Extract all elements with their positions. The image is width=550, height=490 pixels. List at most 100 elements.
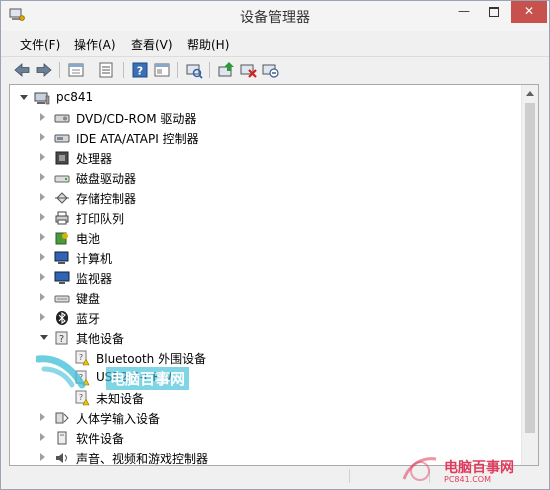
maximize-button[interactable] — [479, 1, 509, 23]
watermark-logo: 电脑百事网 PC841.COM — [396, 449, 546, 489]
scan-hardware-icon[interactable] — [185, 61, 203, 79]
expand-arrow-icon[interactable] — [40, 273, 45, 281]
tree-item-label: 监视器 — [76, 272, 113, 286]
expand-arrow-icon[interactable] — [40, 153, 45, 161]
close-button[interactable]: ✕ — [511, 1, 547, 23]
printer-icon — [55, 211, 69, 225]
tree-category[interactable]: 打印队列 — [10, 208, 515, 228]
back-icon[interactable] — [13, 61, 31, 79]
keyboard-icon — [54, 295, 70, 303]
show-hide-pane-icon[interactable] — [153, 61, 171, 79]
expand-arrow-icon[interactable] — [40, 133, 45, 141]
tree-category[interactable]: 磁盘驱动器 — [10, 168, 515, 188]
collapse-arrow-icon[interactable] — [20, 95, 28, 100]
maximize-icon — [489, 7, 499, 17]
battery-icon — [55, 232, 68, 245]
toolbar-separator — [177, 62, 178, 78]
expand-arrow-icon[interactable] — [40, 213, 45, 221]
expand-arrow-icon[interactable] — [40, 293, 45, 301]
tree-category[interactable]: 人体学输入设备 — [10, 408, 515, 428]
minimize-button[interactable]: — — [449, 1, 479, 23]
monitor-icon — [54, 271, 70, 284]
device-list-icon[interactable] — [97, 61, 115, 79]
menu-file[interactable]: 文件(F) — [20, 36, 60, 53]
expand-arrow-icon[interactable] — [40, 453, 45, 461]
expand-arrow-icon[interactable] — [40, 233, 45, 241]
expand-arrow-icon[interactable] — [40, 253, 45, 261]
bluetooth-icon — [56, 311, 68, 325]
scroll-up-icon[interactable] — [526, 91, 534, 96]
forward-icon[interactable] — [35, 61, 53, 79]
tree-item-label: DVD/CD-ROM 驱动器 — [76, 112, 197, 126]
tree-item-label: 软件设备 — [76, 432, 125, 446]
uninstall-device-icon[interactable] — [239, 61, 257, 79]
tree-item-label: 处理器 — [76, 152, 113, 166]
expand-arrow-icon[interactable] — [40, 113, 45, 121]
processor-icon — [55, 151, 69, 165]
sound-icon — [56, 453, 67, 463]
tree-item-label: 磁盘驱动器 — [76, 172, 137, 186]
toolbar-separator — [123, 62, 124, 78]
expand-arrow-icon[interactable] — [40, 413, 45, 421]
tree-item-label: 打印队列 — [76, 212, 125, 226]
collapse-arrow-icon[interactable] — [40, 335, 48, 340]
watermark-logo-text: 电脑百事网 — [444, 460, 514, 476]
status-divider — [349, 469, 350, 483]
scroll-thumb[interactable] — [525, 103, 535, 433]
hid-icon — [55, 412, 69, 424]
menu-view[interactable]: 查看(V) — [131, 36, 173, 53]
tree-category[interactable]: IDE ATA/ATAPI 控制器 — [10, 128, 515, 148]
tree-category[interactable]: 电池 — [10, 228, 515, 248]
toolbar-separator — [59, 62, 60, 78]
tree-item-label: 未知设备 — [96, 392, 145, 406]
tree-category[interactable]: ? 其他设备 — [10, 328, 515, 348]
tree-root[interactable]: pc841 — [10, 88, 515, 108]
svg-text:?: ? — [137, 65, 143, 78]
expand-arrow-icon[interactable] — [40, 313, 45, 321]
disk-drive-icon — [54, 175, 70, 183]
tree-root-label: pc841 — [56, 90, 94, 104]
vertical-scrollbar[interactable] — [521, 85, 538, 465]
expand-arrow-icon[interactable] — [40, 193, 45, 201]
tree-category[interactable]: 蓝牙 — [10, 308, 515, 328]
watermark-overlay: 电脑百事网 — [36, 353, 208, 390]
tree-item-label: 人体学输入设备 — [76, 412, 161, 426]
tree-item-label: 存储控制器 — [76, 192, 137, 206]
storage-controller-icon — [55, 192, 69, 204]
tree-category[interactable]: 存储控制器 — [10, 188, 515, 208]
minimize-icon: — — [458, 4, 470, 18]
dvd-drive-icon — [54, 114, 70, 123]
menu-bar: 文件(F) 操作(A) 查看(V) 帮助(H) — [1, 34, 549, 54]
tree-category[interactable]: 键盘 — [10, 288, 515, 308]
properties-view-icon[interactable] — [67, 61, 85, 79]
ide-controller-icon — [54, 134, 70, 143]
toolbar-separator — [209, 62, 210, 78]
disable-device-icon[interactable] — [261, 61, 279, 79]
svg-text:?: ? — [79, 393, 83, 402]
tree-item-label: 其他设备 — [76, 332, 125, 346]
update-driver-icon[interactable] — [217, 61, 235, 79]
tree-category[interactable]: 监视器 — [10, 268, 515, 288]
expand-arrow-icon[interactable] — [40, 173, 45, 181]
tree-category[interactable]: 软件设备 — [10, 428, 515, 448]
unknown-device-warning-icon: ? — [75, 390, 90, 406]
software-device-icon — [57, 431, 67, 445]
device-tree[interactable]: pc841 DVD/CD-ROM 驱动器 IDE ATA/ATAPI 控制器处理器… — [9, 84, 539, 466]
watermark-logo-icon — [402, 457, 437, 481]
tree-category[interactable]: 处理器 — [10, 148, 515, 168]
tree-device[interactable]: ? 未知设备 — [10, 388, 515, 408]
title-bar[interactable]: 设备管理器 — ✕ — [1, 1, 549, 31]
menu-action[interactable]: 操作(A) — [74, 36, 116, 53]
svg-text:?: ? — [59, 334, 64, 345]
close-icon: ✕ — [523, 4, 535, 18]
menu-help[interactable]: 帮助(H) — [187, 36, 229, 53]
help-icon[interactable]: ? — [131, 61, 149, 79]
tree-category[interactable]: DVD/CD-ROM 驱动器 — [10, 108, 515, 128]
toolbar: ? — [1, 56, 549, 83]
tree-item-label: 蓝牙 — [76, 312, 101, 326]
expand-arrow-icon[interactable] — [40, 433, 45, 441]
tree-category[interactable]: 计算机 — [10, 248, 515, 268]
tree-item-label: 计算机 — [76, 252, 113, 266]
watermark-swoosh-icon — [36, 355, 86, 389]
other-devices-icon: ? — [55, 331, 68, 345]
